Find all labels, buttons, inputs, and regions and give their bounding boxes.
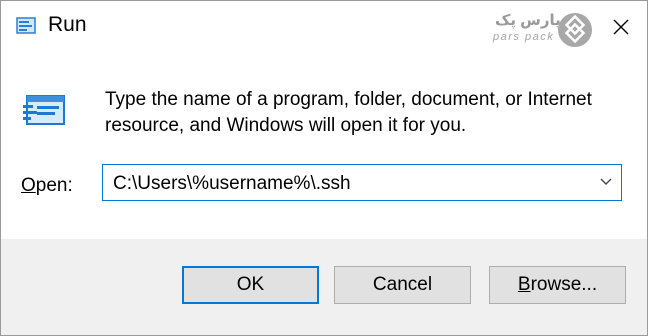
run-large-icon	[23, 95, 65, 125]
parspack-logo-icon	[558, 13, 592, 47]
close-button[interactable]	[601, 9, 641, 45]
title-bar[interactable]: Run پارس پک pars pack	[1, 1, 647, 53]
browse-mnemonic: B	[517, 274, 531, 295]
browse-button[interactable]: Browse...	[489, 266, 626, 304]
browse-label-rest: rowse...	[530, 274, 598, 295]
browse-button-label: Browse...	[518, 274, 597, 296]
parspack-watermark: پارس پک pars pack	[487, 9, 599, 49]
open-label-rest: pen:	[35, 175, 73, 196]
close-icon	[613, 19, 629, 35]
ok-button[interactable]: OK	[182, 266, 319, 304]
open-input[interactable]: C:\Users\%username%\.ssh	[113, 173, 351, 195]
watermark-persian-text: پارس پک	[495, 12, 561, 29]
watermark-english-text: pars pack	[493, 31, 555, 43]
open-label-mnemonic: O	[21, 175, 36, 196]
chevron-down-icon[interactable]	[599, 175, 613, 189]
window-title: Run	[48, 13, 87, 36]
run-description: Type the name of a program, folder, docu…	[105, 87, 625, 139]
open-label: Open:	[21, 175, 73, 197]
ok-button-label: OK	[236, 274, 265, 295]
open-combobox[interactable]: C:\Users\%username%\.ssh	[102, 164, 622, 201]
cancel-button-label: Cancel	[372, 274, 433, 295]
run-icon	[16, 17, 36, 34]
description-line-2: resource, and Windows will open it for y…	[105, 115, 467, 136]
run-dialog: Run پارس پک pars pack Type the name of a	[0, 0, 648, 336]
cancel-button[interactable]: Cancel	[334, 266, 471, 304]
description-line-1: Type the name of a program, folder, docu…	[105, 89, 592, 110]
